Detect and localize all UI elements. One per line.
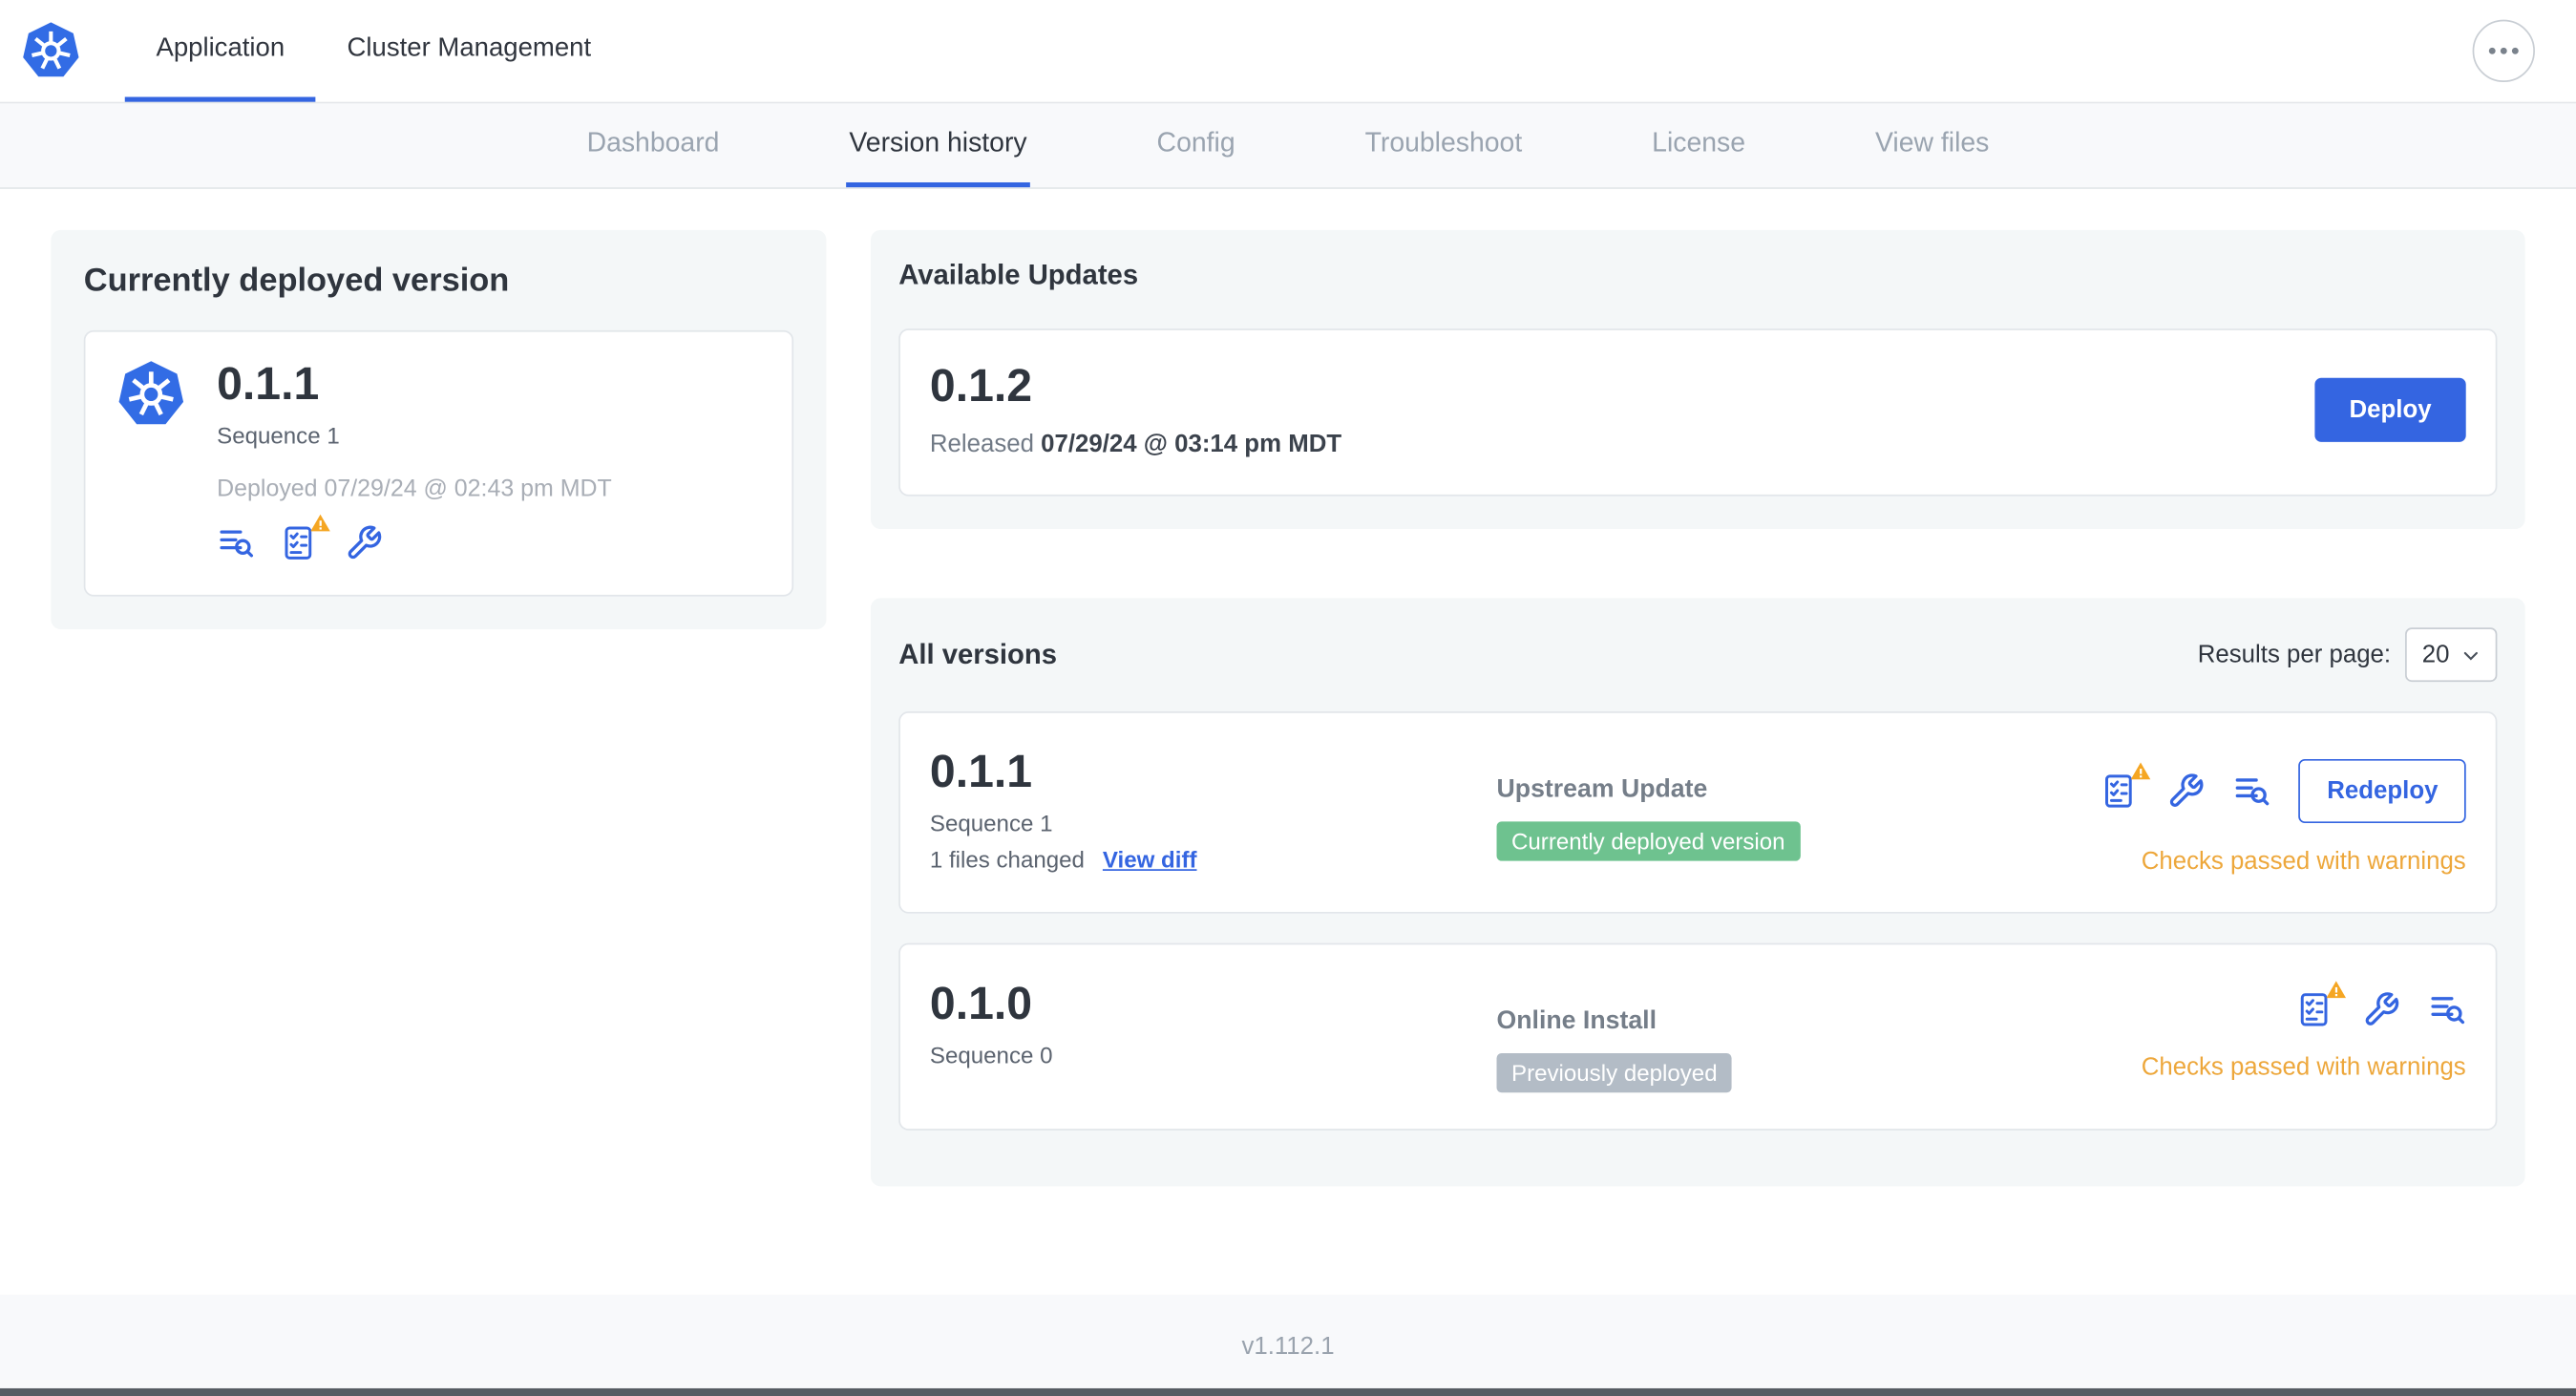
version-row-action-icons: Redeploy bbox=[2102, 759, 2466, 824]
chevron-down-icon bbox=[2463, 651, 2478, 660]
available-version-released: Released 07/29/24 @ 03:14 pm MDT bbox=[930, 431, 1341, 458]
results-per-page-value: 20 bbox=[2421, 641, 2450, 669]
version-row-info: 0.1.1 Sequence 1 1 files changed View di… bbox=[930, 747, 1497, 874]
ellipsis-icon bbox=[2488, 47, 2496, 54]
row-version-number: 0.1.1 bbox=[929, 746, 1033, 797]
results-per-page: Results per page: 20 bbox=[2197, 627, 2498, 683]
deploy-button[interactable]: Deploy bbox=[2314, 377, 2466, 442]
preflight-checks-icon[interactable] bbox=[281, 515, 330, 562]
subnav-config[interactable]: Config bbox=[1153, 103, 1238, 187]
version-source-label: Online Install bbox=[1496, 1007, 1657, 1036]
available-version-number: 0.1.2 bbox=[929, 359, 1033, 412]
main-content: Currently deployed version 0.1.1 Sequenc… bbox=[0, 189, 2576, 1187]
all-versions-header: All versions Results per page: 20 bbox=[898, 627, 2498, 683]
subnav-version-history[interactable]: Version history bbox=[845, 103, 1031, 188]
kubernetes-app-icon bbox=[115, 358, 187, 431]
wrench-icon[interactable] bbox=[2362, 991, 2400, 1029]
checks-status-text: Checks passed with warnings bbox=[2141, 848, 2466, 877]
view-diff-link[interactable]: View diff bbox=[1103, 847, 1197, 874]
row-version-number: 0.1.0 bbox=[929, 978, 1033, 1029]
results-per-page-label: Results per page: bbox=[2197, 641, 2392, 669]
version-row-source: Upstream Update Currently deployed versi… bbox=[1496, 775, 2102, 861]
version-row-actions: Checks passed with warnings bbox=[2141, 981, 2466, 1082]
wrench-icon[interactable] bbox=[345, 524, 383, 562]
row-files-changed-line: 1 files changed View diff bbox=[930, 847, 1497, 874]
deployed-status-badge: Previously deployed bbox=[1496, 1053, 1733, 1093]
released-date: 07/29/24 @ 03:14 pm MDT bbox=[1041, 431, 1342, 459]
current-version-actions bbox=[217, 515, 762, 562]
version-source-label: Upstream Update bbox=[1496, 775, 1708, 804]
right-column: Available Updates 0.1.2 Released 07/29/2… bbox=[870, 229, 2525, 1187]
available-update-row: 0.1.2 Released 07/29/24 @ 03:14 pm MDT D… bbox=[898, 328, 2498, 497]
currently-deployed-card: Currently deployed version 0.1.1 Sequenc… bbox=[51, 229, 827, 630]
current-version-info: 0.1.1 Sequence 1 Deployed 07/29/24 @ 02:… bbox=[217, 358, 762, 562]
subnav-view-files[interactable]: View files bbox=[1872, 103, 1993, 187]
current-version-sequence: Sequence 1 bbox=[217, 422, 340, 450]
console-version-text: v1.112.1 bbox=[1241, 1331, 1335, 1360]
version-row: 0.1.0 Sequence 0 Online Install Previous… bbox=[898, 942, 2498, 1132]
all-versions-card: All versions Results per page: 20 0.1.1 … bbox=[870, 598, 2525, 1187]
warning-triangle-icon bbox=[310, 515, 330, 532]
version-row-source: Online Install Previously deployed bbox=[1496, 1007, 2142, 1093]
warning-triangle-icon bbox=[2131, 762, 2152, 780]
app-sub-nav: Dashboard Version history Config Trouble… bbox=[0, 103, 2576, 189]
wrench-icon[interactable] bbox=[2167, 772, 2206, 811]
row-version-sequence: Sequence 1 bbox=[929, 810, 1053, 837]
tab-cluster-management[interactable]: Cluster Management bbox=[316, 0, 623, 102]
more-options-button[interactable] bbox=[2472, 19, 2535, 83]
preflight-checks-icon[interactable] bbox=[2102, 762, 2152, 811]
files-changed-label: 1 files changed bbox=[929, 846, 1085, 874]
currently-deployed-title: Currently deployed version bbox=[83, 263, 510, 300]
available-update-info: 0.1.2 Released 07/29/24 @ 03:14 pm MDT bbox=[930, 360, 1341, 459]
current-version-deployed-date: Deployed 07/29/24 @ 02:43 pm MDT bbox=[217, 476, 612, 503]
tab-application[interactable]: Application bbox=[124, 0, 316, 102]
currently-deployed-version-card: 0.1.1 Sequence 1 Deployed 07/29/24 @ 02:… bbox=[83, 329, 794, 597]
version-row-info: 0.1.0 Sequence 0 bbox=[930, 978, 1497, 1068]
version-row-action-icons bbox=[2296, 981, 2466, 1029]
logs-icon[interactable] bbox=[2233, 772, 2271, 811]
version-row: 0.1.1 Sequence 1 1 files changed View di… bbox=[898, 711, 2498, 915]
checks-status-text: Checks passed with warnings bbox=[2141, 1053, 2466, 1082]
window-bottom-edge bbox=[0, 1387, 2576, 1396]
warning-triangle-icon bbox=[2326, 981, 2347, 999]
page: Application Cluster Management Dashboard… bbox=[0, 0, 2576, 1396]
deployed-status-badge: Currently deployed version bbox=[1496, 821, 1801, 861]
footer: v1.112.1 bbox=[0, 1294, 2576, 1396]
subnav-troubleshoot[interactable]: Troubleshoot bbox=[1362, 103, 1526, 187]
redeploy-button[interactable]: Redeploy bbox=[2299, 759, 2466, 824]
available-updates-card: Available Updates 0.1.2 Released 07/29/2… bbox=[870, 229, 2525, 530]
released-prefix: Released bbox=[929, 431, 1034, 459]
subnav-license[interactable]: License bbox=[1649, 103, 1749, 187]
kubernetes-logo-icon bbox=[20, 20, 82, 82]
current-version-number: 0.1.1 bbox=[217, 358, 320, 410]
results-per-page-select[interactable]: 20 bbox=[2405, 627, 2498, 683]
subnav-dashboard[interactable]: Dashboard bbox=[583, 103, 723, 187]
preflight-checks-icon[interactable] bbox=[2296, 981, 2347, 1029]
version-row-actions: Redeploy Checks passed with warnings bbox=[2102, 759, 2466, 876]
all-versions-title: All versions bbox=[898, 638, 1058, 670]
logs-icon[interactable] bbox=[217, 524, 255, 562]
row-version-sequence: Sequence 0 bbox=[929, 1042, 1053, 1069]
logs-icon[interactable] bbox=[2428, 991, 2466, 1029]
top-nav: Application Cluster Management bbox=[0, 0, 2576, 104]
available-updates-title: Available Updates bbox=[898, 259, 1139, 291]
